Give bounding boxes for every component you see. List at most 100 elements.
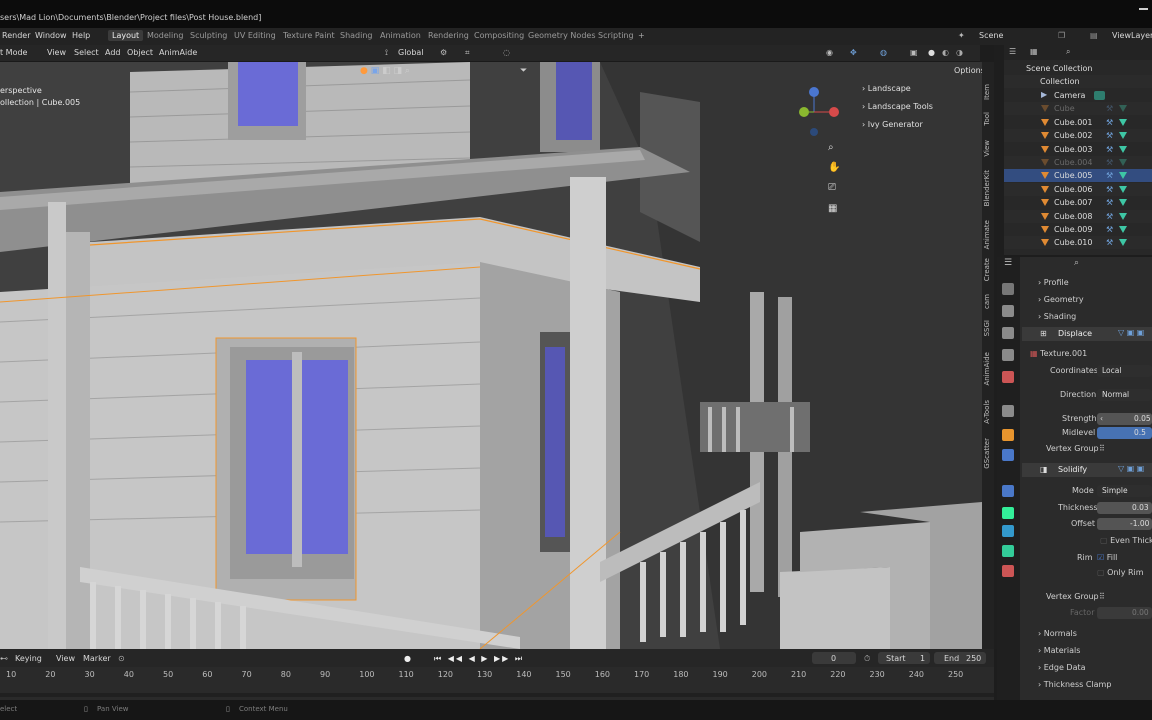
tab-uv-editing[interactable]: UV Editing	[234, 31, 276, 40]
outliner-item[interactable]: Cube.007 ⚒	[1004, 196, 1152, 209]
sidebar-tab-tool[interactable]: Tool	[983, 112, 991, 126]
tab-compositing[interactable]: Compositing	[474, 31, 524, 40]
tab-geometry-nodes[interactable]: Geometry Nodes	[528, 31, 595, 40]
outliner-scene-collection[interactable]: Scene Collection	[1004, 62, 1152, 75]
autokey-icon[interactable]: ⊙	[118, 654, 125, 663]
view-layer-properties-icon[interactable]	[1002, 349, 1014, 361]
proportional-editing-icon[interactable]: ◌	[503, 48, 510, 57]
select-lasso-icon[interactable]: ◧	[382, 66, 391, 76]
tab-texture-paint[interactable]: Texture Paint	[283, 31, 335, 40]
modifier-properties-icon[interactable]	[1002, 449, 1014, 461]
ortho-grid-icon[interactable]: ▦	[828, 203, 837, 214]
section-thickness-clamp[interactable]: › Thickness Clamp	[1038, 680, 1111, 689]
outliner-item[interactable]: Cube.002 ⚒	[1004, 129, 1152, 143]
menu-help[interactable]: Help	[72, 31, 90, 40]
outliner-item[interactable]: Cube.005 ⚒	[1004, 169, 1152, 183]
select-circle-icon[interactable]: ▣	[371, 66, 380, 76]
particle-properties-icon[interactable]	[1002, 485, 1014, 497]
sidebar-tab-ssgi[interactable]: SSGI	[983, 320, 991, 336]
section-shading[interactable]: › Shading	[1038, 312, 1076, 321]
coordinates-dropdown[interactable]: Local	[1097, 365, 1152, 377]
section-materials[interactable]: › Materials	[1038, 646, 1080, 655]
outliner-item[interactable]: Cube.010 ⚒	[1004, 236, 1152, 250]
tab-animation[interactable]: Animation	[380, 31, 421, 40]
add-workspace-button[interactable]: +	[638, 31, 645, 40]
offset-field[interactable]: -1.00	[1097, 518, 1152, 530]
visibility-icon[interactable]: ◉	[826, 48, 833, 57]
modifier-solidify-header[interactable]: ◨ Solidify ▽ ▣ ▣	[1022, 463, 1152, 477]
menu-select[interactable]: Select	[74, 48, 99, 57]
sidebar-tab-create[interactable]: Create	[983, 258, 991, 281]
material-properties-icon[interactable]	[1002, 565, 1014, 577]
section-profile[interactable]: › Profile	[1038, 278, 1069, 287]
shading-rendered-icon[interactable]: ◑	[956, 48, 963, 57]
solidify-vertex-group-icon[interactable]: ⠿	[1099, 592, 1105, 601]
preview-range-icon[interactable]: ⏱	[864, 654, 870, 664]
outliner-collection[interactable]: Collection	[1004, 75, 1152, 88]
tab-modeling[interactable]: Modeling	[147, 31, 183, 40]
pan-hand-icon[interactable]: ✋	[828, 162, 840, 173]
snap-icon[interactable]: ⌗	[465, 48, 470, 58]
even-thickness-checkbox[interactable]: ▢ Even Thickne	[1100, 536, 1152, 545]
gizmo-icon[interactable]: ✥	[850, 48, 857, 57]
decrement-icon[interactable]: ‹	[1100, 414, 1103, 423]
end-frame-field[interactable]: End 250	[934, 652, 986, 664]
sidebar-tab-gscatter[interactable]: GScatter	[983, 438, 991, 469]
sidebar-tab-view[interactable]: View	[983, 140, 991, 157]
properties-panel[interactable]	[1020, 257, 1152, 707]
menu-object[interactable]: Object	[127, 48, 153, 57]
addon-panel-landscape-tools[interactable]: › Landscape Tools	[862, 102, 933, 111]
scene-properties-icon[interactable]	[1002, 371, 1014, 383]
timeline[interactable]: 10 20 30 40 50 60 70 80 90 100 110 120 130 140 150 160 1…	[0, 667, 994, 700]
outliner-item[interactable]: Cube.006 ⚒	[1004, 182, 1152, 196]
factor-field[interactable]: 0.00	[1097, 607, 1152, 619]
timeline-view-menu[interactable]: View	[56, 654, 75, 663]
sidebar-tab-animaide[interactable]: AnimAide	[983, 352, 991, 385]
pivot-icon[interactable]: ⚙	[440, 48, 447, 57]
outliner-item[interactable]: Cube ⚒	[1004, 102, 1152, 116]
new-scene-icon[interactable]: ❐	[1058, 31, 1065, 40]
select-invert-icon[interactable]: ◨	[394, 66, 403, 76]
modifier-solidify-name[interactable]: Solidify	[1058, 465, 1087, 474]
minimize-icon[interactable]	[1139, 8, 1148, 10]
data-properties-icon[interactable]	[1002, 545, 1014, 557]
outliner-item[interactable]: Cube.008 ⚒	[1004, 209, 1152, 223]
xray-icon[interactable]: ▣	[910, 48, 918, 57]
solidify-toggle-icons[interactable]: ▽ ▣ ▣	[1118, 464, 1144, 473]
thickness-field[interactable]: 0.03	[1097, 502, 1152, 514]
scene-selector[interactable]: Scene	[979, 31, 1003, 40]
texture-field[interactable]: ▦ Texture.001	[1030, 349, 1087, 358]
sidebar-tab-blenderkit[interactable]: BlenderKit	[983, 170, 991, 206]
mode-selector[interactable]: t Mode	[0, 48, 27, 57]
options-button[interactable]: Options	[954, 66, 982, 75]
addon-panel-ivy-generator[interactable]: › Ivy Generator	[862, 120, 923, 129]
start-frame-field[interactable]: Start 1	[878, 652, 930, 664]
current-frame-field[interactable]: 0	[812, 652, 856, 664]
keying-menu[interactable]: Keying	[15, 654, 42, 663]
select-mode-icons[interactable]: ● ▣ ◧ ◨ ⌕	[360, 66, 410, 76]
record-icon[interactable]: ●	[404, 654, 411, 663]
section-normals[interactable]: › Normals	[1038, 629, 1077, 638]
object-properties-icon[interactable]	[1002, 429, 1014, 441]
physics-properties-icon[interactable]	[1002, 507, 1014, 519]
outliner-item[interactable]: ▶ Camera	[1004, 89, 1152, 102]
search-icon[interactable]: ⌕	[405, 66, 410, 76]
marker-menu[interactable]: Marker	[83, 654, 111, 663]
filter-icon[interactable]: ⏷	[520, 66, 527, 76]
tab-scripting[interactable]: Scripting	[598, 31, 634, 40]
outliner[interactable]: ☰ ▦ ⌕ Scene Collection Collection ▶ Camer…	[1004, 45, 1152, 255]
modifier-displace-header[interactable]: ⊞ Displace ▽ ▣ ▣	[1022, 327, 1152, 341]
constraint-properties-icon[interactable]	[1002, 525, 1014, 537]
section-edge-data[interactable]: › Edge Data	[1038, 663, 1086, 672]
menu-add[interactable]: Add	[105, 48, 121, 57]
addon-panel-landscape[interactable]: › Landscape	[862, 84, 911, 93]
only-rim-checkbox[interactable]: ▢ Only Rim	[1097, 568, 1144, 577]
solidify-mode-dropdown[interactable]: Simple	[1097, 485, 1152, 497]
outliner-item[interactable]: Cube.009 ⚒	[1004, 223, 1152, 236]
outliner-display-icon[interactable]: ▦	[1030, 47, 1038, 56]
sidebar-tab-item[interactable]: Item	[983, 84, 991, 100]
tool-properties-icon[interactable]	[1002, 283, 1014, 295]
world-properties-icon[interactable]	[1002, 405, 1014, 417]
displace-vertex-group-icon[interactable]: ⠿	[1099, 444, 1105, 453]
properties-editor-icon[interactable]: ☰	[1004, 258, 1012, 268]
